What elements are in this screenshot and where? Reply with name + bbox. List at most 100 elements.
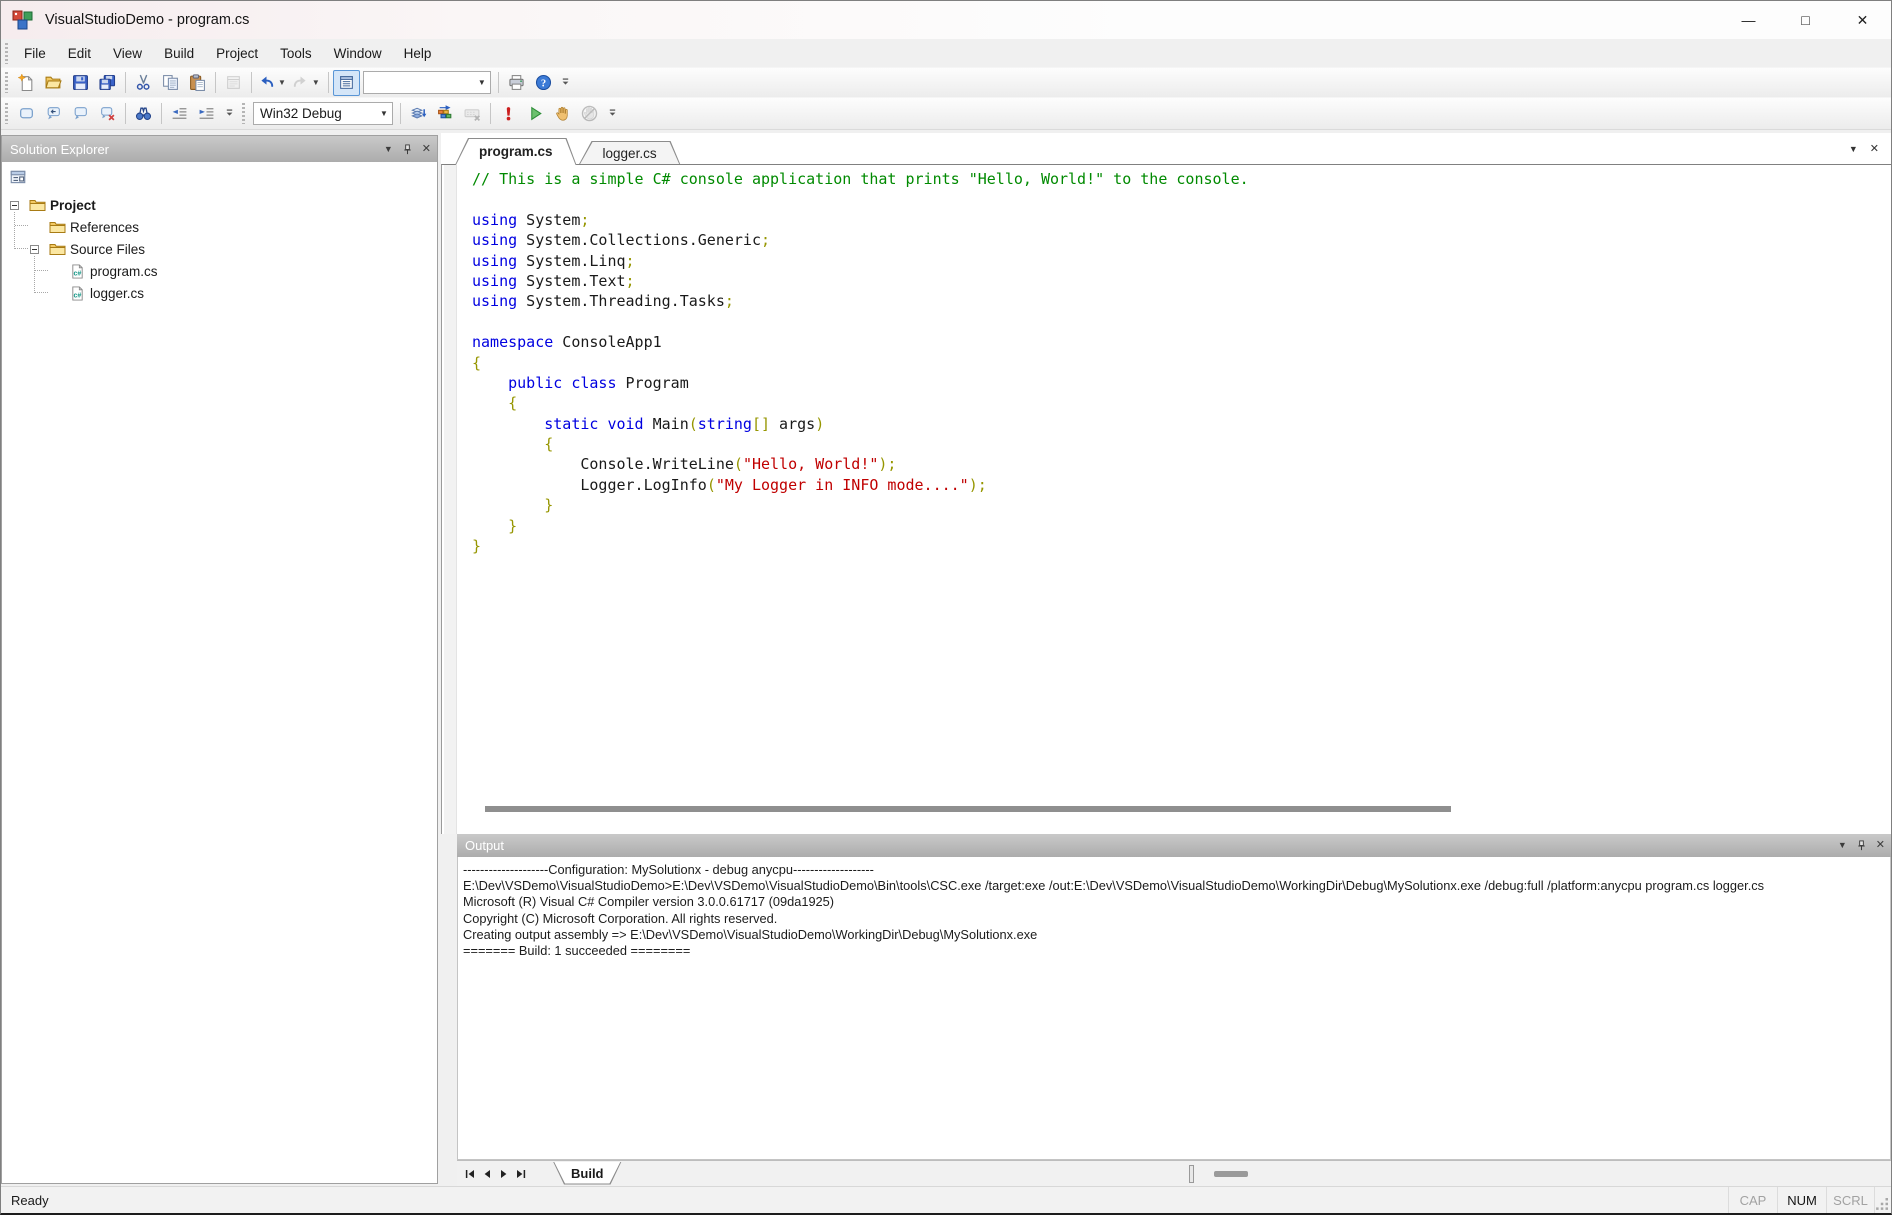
stop-build-button[interactable] [459,101,486,127]
close-document-button[interactable]: ✕ [1870,142,1879,155]
mfc-blocks-icon [11,8,35,32]
app-window: VisualStudioDemo - program.cs — □ ✕ File… [0,0,1892,1215]
tree-expander-icon[interactable] [30,245,39,254]
toolbar-separator [251,72,252,93]
auto-hide-pin-icon[interactable] [402,144,413,155]
menu-edit[interactable]: Edit [57,39,102,67]
tree-item-logger-cs[interactable]: c#logger.cs [2,282,437,304]
properties-window-button[interactable] [6,165,30,189]
chevron-down-icon[interactable]: ▼ [310,78,322,87]
minimize-button[interactable]: — [1720,1,1777,39]
stop-button[interactable] [576,101,603,127]
menu-build[interactable]: Build [153,39,205,67]
close-button[interactable]: ✕ [1834,1,1891,39]
output-header[interactable]: Output ▼ ✕ [457,834,1891,857]
close-panel-button[interactable]: ✕ [422,144,431,155]
menu-project[interactable]: Project [205,39,269,67]
code-content[interactable]: // This is a simple C# console applicati… [442,165,1891,834]
status-indicator-scrl: SCRL [1826,1187,1875,1213]
toolbar-options-button[interactable] [559,70,573,96]
output-line: --------------------Configuration: MySol… [463,862,1888,878]
resize-grip[interactable] [1876,1198,1889,1211]
menu-tools[interactable]: Tools [269,39,323,67]
tree-item-project[interactable]: Project [2,194,437,216]
chevron-down-icon[interactable]: ▼ [474,78,490,87]
find-button[interactable] [130,101,157,127]
redo-button[interactable]: ▼ [290,70,324,96]
editor-hscroll-thumb[interactable] [485,806,1451,812]
copy-button[interactable] [157,70,184,96]
menu-view[interactable]: View [102,39,153,67]
menu-file[interactable]: File [13,39,57,67]
toolbar-grip[interactable] [5,72,8,93]
output-tab-build[interactable]: Build [553,1162,622,1185]
cut-button[interactable] [130,70,157,96]
code-line [472,189,1891,209]
app-icon[interactable] [11,8,35,32]
toolbar-options-button[interactable] [605,101,619,127]
solution-explorer-header[interactable]: Solution Explorer ▼ ✕ [2,136,437,162]
bookmark-clear-button[interactable] [94,101,121,127]
bookmark-clear-icon [99,105,116,122]
window-position-button[interactable]: ▼ [1838,841,1847,850]
maximize-button[interactable]: □ [1777,1,1834,39]
paste-button[interactable] [184,70,211,96]
tree-item-references[interactable]: References [2,216,437,238]
break-button[interactable] [549,101,576,127]
auto-hide-pin-icon[interactable] [1856,840,1867,851]
panel-title: Output [465,838,504,853]
output-nav-prev-button[interactable] [478,1164,495,1184]
panel-toggle-icon [338,74,355,91]
menu-help[interactable]: Help [393,39,443,67]
document-list-dropdown-icon[interactable]: ▼ [1849,144,1858,154]
code-token: "My Logger in INFO mode...." [716,476,969,494]
undo-button[interactable]: ▼ [256,70,290,96]
tree-item-source-files[interactable]: Source Files [2,238,437,260]
build-button[interactable] [405,101,432,127]
output-hscroll-thumb[interactable] [1214,1171,1248,1177]
outdent-button[interactable] [166,101,193,127]
bookmark-next-button[interactable] [67,101,94,127]
tree-expander-icon[interactable] [10,201,19,210]
close-panel-button[interactable]: ✕ [1876,840,1885,851]
print-button[interactable] [503,70,530,96]
save-button[interactable] [67,70,94,96]
undo-icon [258,74,275,91]
panel-title: Solution Explorer [10,142,109,157]
configuration-combobox[interactable]: Win32 Debug▼ [253,102,393,125]
tree-item-program-cs[interactable]: c#program.cs [2,260,437,282]
tab-strip-splitter[interactable] [1189,1165,1194,1183]
standard-toolbar-combobox[interactable]: ▼ [363,71,491,94]
run-button[interactable] [522,101,549,127]
tab-logger-cs[interactable]: logger.cs [579,141,681,165]
bookmark-toggle-button[interactable] [13,101,40,127]
output-nav-first-button[interactable] [461,1164,478,1184]
new-file-button[interactable] [13,70,40,96]
chevron-down-icon[interactable]: ▼ [376,109,392,118]
open-file-button[interactable] [40,70,67,96]
toolbar-grip[interactable] [5,103,8,124]
code-token: ( [707,476,716,494]
panel-toggle-button[interactable] [333,70,360,96]
toolbar-separator [490,103,491,124]
save-all-button[interactable] [94,70,121,96]
code-editor[interactable]: // This is a simple C# console applicati… [441,164,1891,834]
bookmark-prev-button[interactable] [40,101,67,127]
execute-button[interactable] [495,101,522,127]
tab-program-cs[interactable]: program.cs [455,138,577,165]
output-nav-next-button[interactable] [495,1164,512,1184]
toolbar-grip[interactable] [242,103,245,124]
output-log[interactable]: --------------------Configuration: MySol… [457,857,1891,1160]
indent-button[interactable] [193,101,220,127]
help-button[interactable]: ? [530,70,557,96]
window-position-button[interactable]: ▼ [384,145,393,154]
output-tab-label: Build [571,1166,604,1181]
toolbar-options-button[interactable] [222,101,236,127]
chevron-down-icon[interactable]: ▼ [276,78,288,87]
window-button[interactable] [220,70,247,96]
copy-icon [162,74,179,91]
menu-window[interactable]: Window [323,39,393,67]
rebuild-button[interactable] [432,101,459,127]
output-nav-last-button[interactable] [512,1164,529,1184]
menubar-grip[interactable] [5,43,8,64]
